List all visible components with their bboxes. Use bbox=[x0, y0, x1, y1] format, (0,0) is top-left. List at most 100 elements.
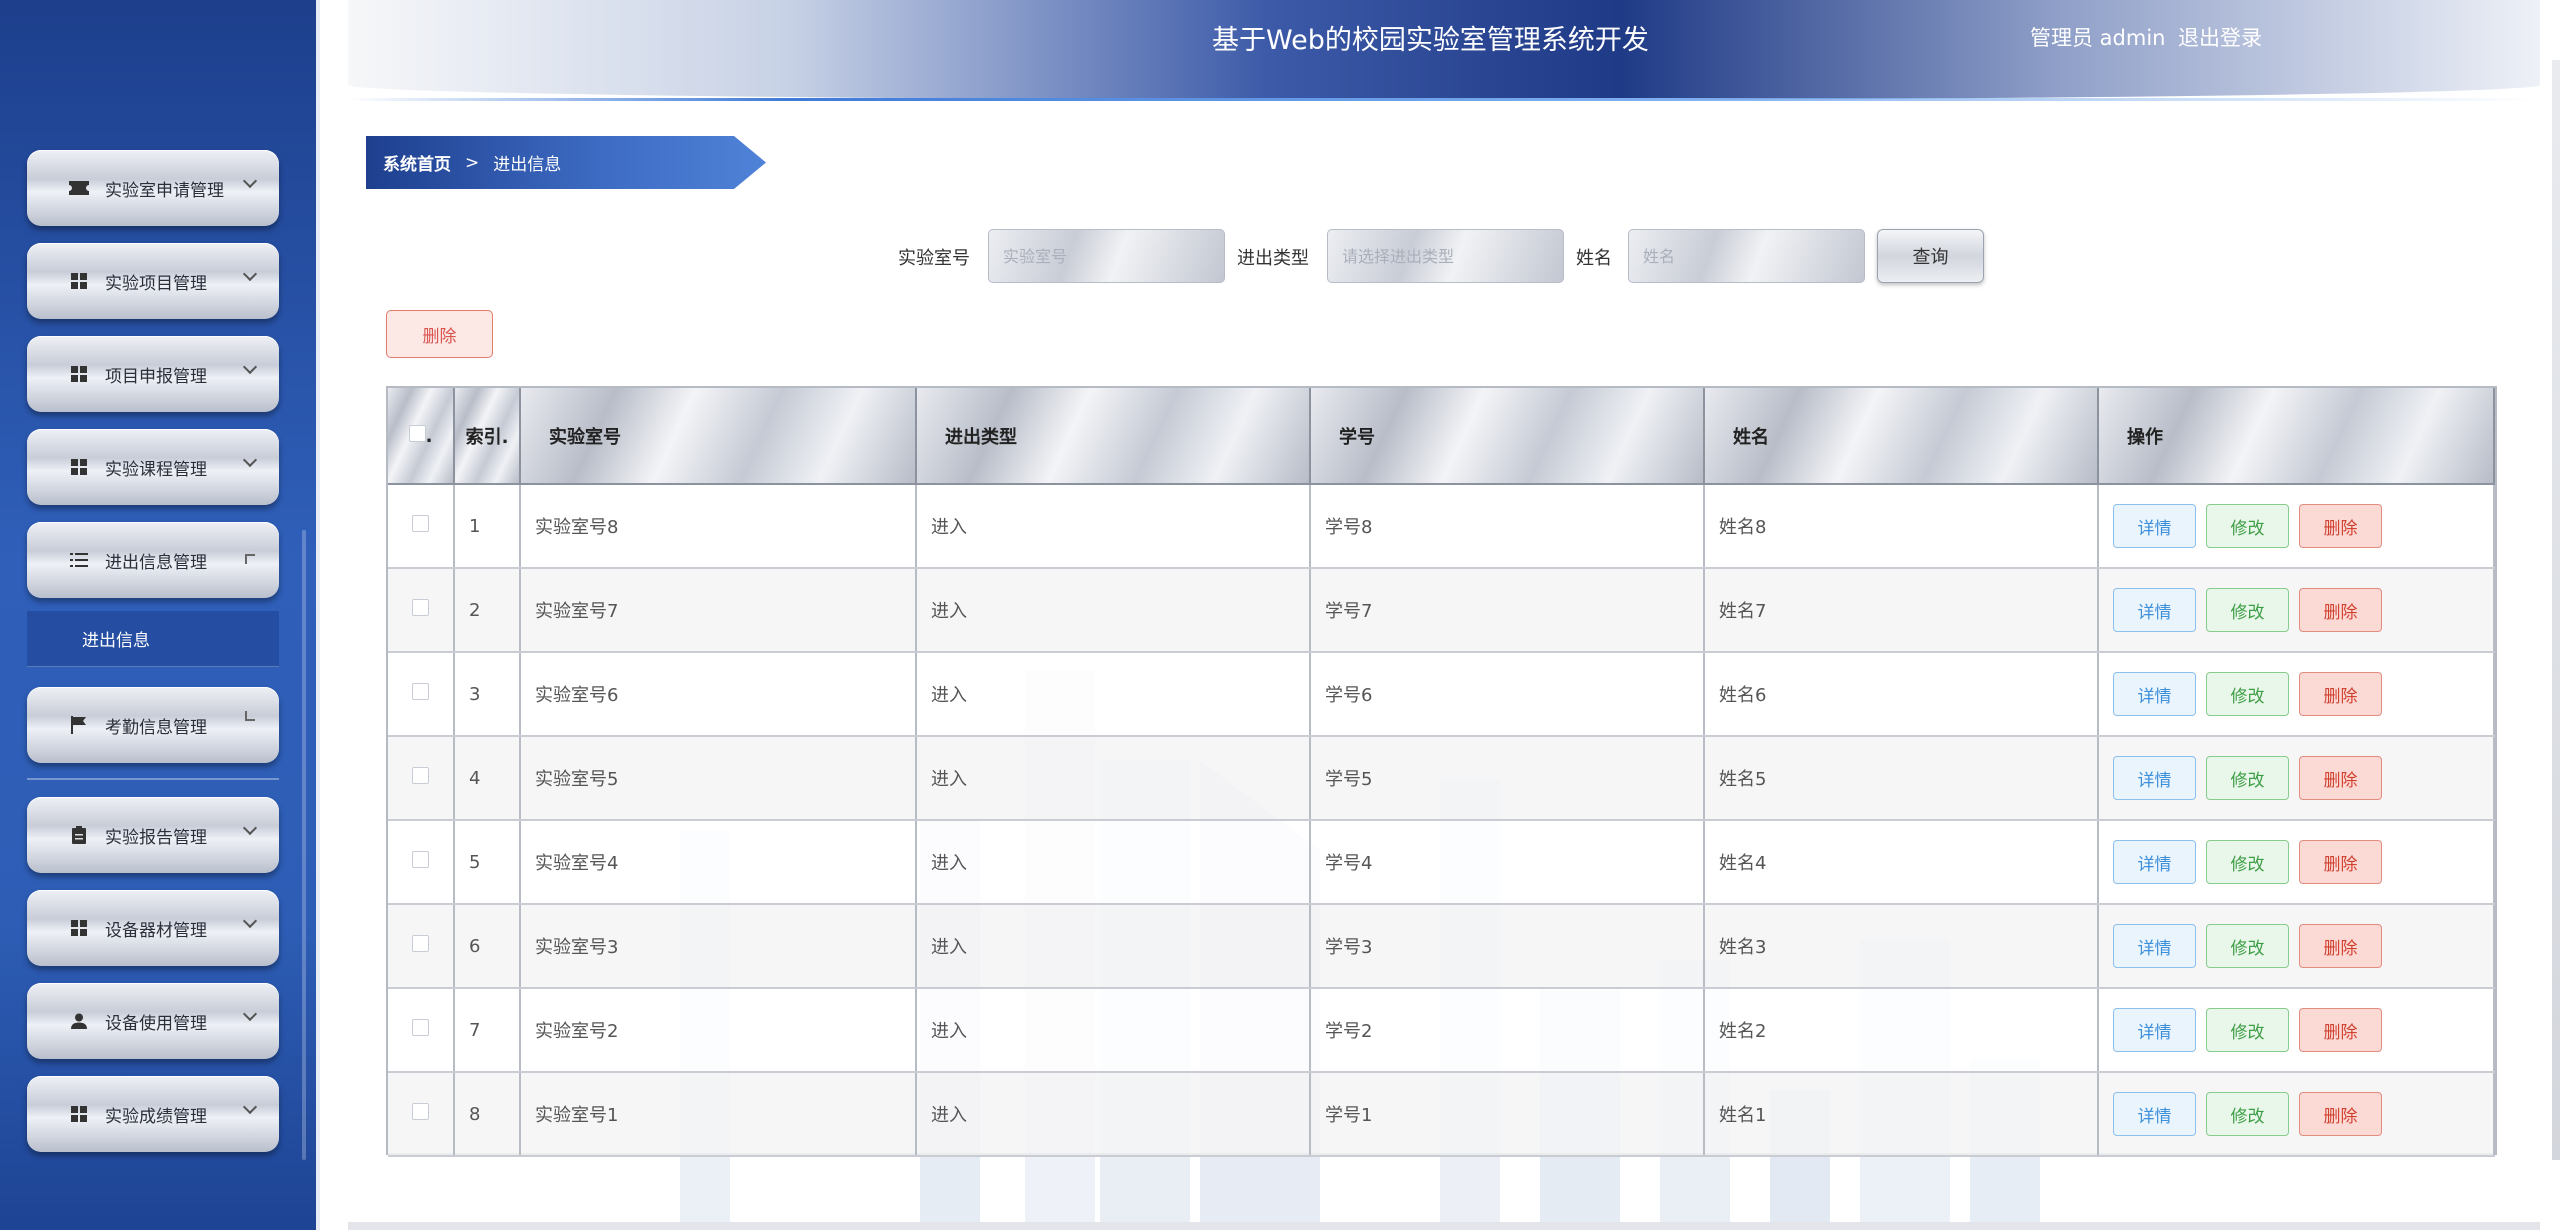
detail-button[interactable]: 详情 bbox=[2113, 840, 2196, 884]
delete-button[interactable]: 删除 bbox=[2299, 588, 2382, 632]
row-checkbox[interactable] bbox=[412, 851, 429, 868]
detail-button[interactable]: 详情 bbox=[2113, 588, 2196, 632]
row-select-cell[interactable] bbox=[388, 1072, 455, 1157]
chevron-down-icon bbox=[242, 266, 258, 282]
row-name: 姓名7 bbox=[1704, 568, 2099, 653]
sidebar-item-attendance[interactable]: 考勤信息管理 bbox=[27, 687, 279, 763]
chevron-down-icon bbox=[242, 913, 258, 929]
row-select-cell[interactable] bbox=[388, 736, 455, 821]
sidebar-item-experiment-course[interactable]: 实验课程管理 bbox=[27, 429, 279, 505]
bulk-delete-button[interactable]: 删除 bbox=[386, 310, 493, 358]
sidebar: 实验室申请管理 实验项目管理 项目申报管理 实验课程管理 进出信息管理 进出信息 bbox=[0, 0, 320, 1230]
row-index: 7 bbox=[454, 988, 521, 1073]
row-checkbox[interactable] bbox=[412, 599, 429, 616]
table-row: 8 实验室号1 进入 学号1 姓名1 详情 修改 删除 bbox=[388, 1072, 2495, 1157]
name-input[interactable] bbox=[1628, 229, 1865, 283]
edit-button[interactable]: 修改 bbox=[2206, 1092, 2289, 1136]
logout-link[interactable]: 退出登录 bbox=[2178, 22, 2262, 52]
edit-button[interactable]: 修改 bbox=[2206, 504, 2289, 548]
access-type-select[interactable] bbox=[1327, 229, 1564, 283]
row-lab-number: 实验室号3 bbox=[520, 904, 917, 989]
expand-corner-icon bbox=[245, 711, 255, 721]
sidebar-item-experiment-project[interactable]: 实验项目管理 bbox=[27, 243, 279, 319]
row-actions: 详情 修改 删除 bbox=[2098, 904, 2495, 989]
page-scrollbar[interactable] bbox=[2552, 60, 2560, 1160]
sidebar-subitem-access-info[interactable]: 进出信息 bbox=[27, 611, 279, 667]
row-lab-number: 实验室号6 bbox=[520, 652, 917, 737]
sidebar-menu: 实验室申请管理 实验项目管理 项目申报管理 实验课程管理 进出信息管理 进出信息 bbox=[27, 150, 279, 1169]
row-checkbox[interactable] bbox=[412, 767, 429, 784]
breadcrumb-current: 进出信息 bbox=[493, 155, 562, 175]
sidebar-item-label: 进出信息管理 bbox=[105, 552, 207, 573]
detail-button[interactable]: 详情 bbox=[2113, 756, 2196, 800]
delete-button[interactable]: 删除 bbox=[2299, 504, 2382, 548]
row-select-cell[interactable] bbox=[388, 652, 455, 737]
row-select-cell[interactable] bbox=[388, 820, 455, 905]
row-index: 5 bbox=[454, 820, 521, 905]
edit-button[interactable]: 修改 bbox=[2206, 924, 2289, 968]
detail-button[interactable]: 详情 bbox=[2113, 672, 2196, 716]
sidebar-item-label: 实验报告管理 bbox=[105, 827, 207, 848]
delete-button[interactable]: 删除 bbox=[2299, 1092, 2382, 1136]
row-select-cell[interactable] bbox=[388, 904, 455, 989]
edit-button[interactable]: 修改 bbox=[2206, 1008, 2289, 1052]
sidebar-item-label: 实验成绩管理 bbox=[105, 1106, 207, 1127]
row-checkbox[interactable] bbox=[412, 1103, 429, 1120]
row-select-cell[interactable] bbox=[388, 484, 455, 569]
sidebar-item-lab-application[interactable]: 实验室申请管理 bbox=[27, 150, 279, 226]
edit-button[interactable]: 修改 bbox=[2206, 756, 2289, 800]
sidebar-item-lab-report[interactable]: 实验报告管理 bbox=[27, 797, 279, 873]
grid-icon bbox=[67, 269, 91, 293]
sidebar-item-equipment-usage[interactable]: 设备使用管理 bbox=[27, 983, 279, 1059]
edit-button[interactable]: 修改 bbox=[2206, 588, 2289, 632]
row-index: 3 bbox=[454, 652, 521, 737]
query-button[interactable]: 查询 bbox=[1877, 229, 1984, 283]
table-row: 4 实验室号5 进入 学号5 姓名5 详情 修改 删除 bbox=[388, 736, 2495, 821]
delete-button[interactable]: 删除 bbox=[2299, 672, 2382, 716]
sidebar-item-grades[interactable]: 实验成绩管理 bbox=[27, 1076, 279, 1152]
lab-number-input[interactable] bbox=[988, 229, 1225, 283]
row-access-type: 进入 bbox=[916, 1072, 1311, 1157]
app-title: 基于Web的校园实验室管理系统开发 bbox=[1212, 25, 1649, 56]
row-name: 姓名8 bbox=[1704, 484, 2099, 569]
sidebar-item-access-info[interactable]: 进出信息管理 bbox=[27, 522, 279, 598]
detail-button[interactable]: 详情 bbox=[2113, 1008, 2196, 1052]
row-student-id: 学号3 bbox=[1310, 904, 1705, 989]
delete-button[interactable]: 删除 bbox=[2299, 840, 2382, 884]
table-row: 6 实验室号3 进入 学号3 姓名3 详情 修改 删除 bbox=[388, 904, 2495, 989]
edit-button[interactable]: 修改 bbox=[2206, 840, 2289, 884]
header-select-all[interactable]: . bbox=[388, 388, 455, 485]
row-access-type: 进入 bbox=[916, 988, 1311, 1073]
delete-button[interactable]: 删除 bbox=[2299, 756, 2382, 800]
breadcrumb-home[interactable]: 系统首页 bbox=[383, 150, 451, 175]
sidebar-item-label: 设备器材管理 bbox=[105, 920, 207, 941]
row-checkbox[interactable] bbox=[412, 1019, 429, 1036]
row-index: 2 bbox=[454, 568, 521, 653]
row-checkbox[interactable] bbox=[412, 683, 429, 700]
row-checkbox[interactable] bbox=[412, 515, 429, 532]
edit-button[interactable]: 修改 bbox=[2206, 672, 2289, 716]
ticket-icon bbox=[67, 176, 91, 200]
sidebar-item-equipment[interactable]: 设备器材管理 bbox=[27, 890, 279, 966]
list-icon bbox=[67, 548, 91, 572]
row-student-id: 学号8 bbox=[1310, 484, 1705, 569]
table-row: 1 实验室号8 进入 学号8 姓名8 详情 修改 删除 bbox=[388, 484, 2495, 569]
sidebar-item-project-declaration[interactable]: 项目申报管理 bbox=[27, 336, 279, 412]
row-actions: 详情 修改 删除 bbox=[2098, 820, 2495, 905]
detail-button[interactable]: 详情 bbox=[2113, 504, 2196, 548]
detail-button[interactable]: 详情 bbox=[2113, 924, 2196, 968]
row-select-cell[interactable] bbox=[388, 988, 455, 1073]
table-header-row: . 索引. 实验室号 进出类型 学号 姓名 操作 bbox=[388, 388, 2495, 485]
delete-button[interactable]: 删除 bbox=[2299, 924, 2382, 968]
horizontal-scrollbar[interactable] bbox=[348, 1222, 2540, 1230]
select-all-checkbox[interactable] bbox=[408, 424, 426, 442]
header-name: 姓名 bbox=[1704, 388, 2099, 485]
sidebar-item-label: 实验室申请管理 bbox=[105, 180, 224, 201]
row-lab-number: 实验室号4 bbox=[520, 820, 917, 905]
row-checkbox[interactable] bbox=[412, 935, 429, 952]
row-select-cell[interactable] bbox=[388, 568, 455, 653]
delete-button[interactable]: 删除 bbox=[2299, 1008, 2382, 1052]
access-type-label: 进出类型 bbox=[1237, 248, 1309, 269]
detail-button[interactable]: 详情 bbox=[2113, 1092, 2196, 1136]
row-access-type: 进入 bbox=[916, 736, 1311, 821]
